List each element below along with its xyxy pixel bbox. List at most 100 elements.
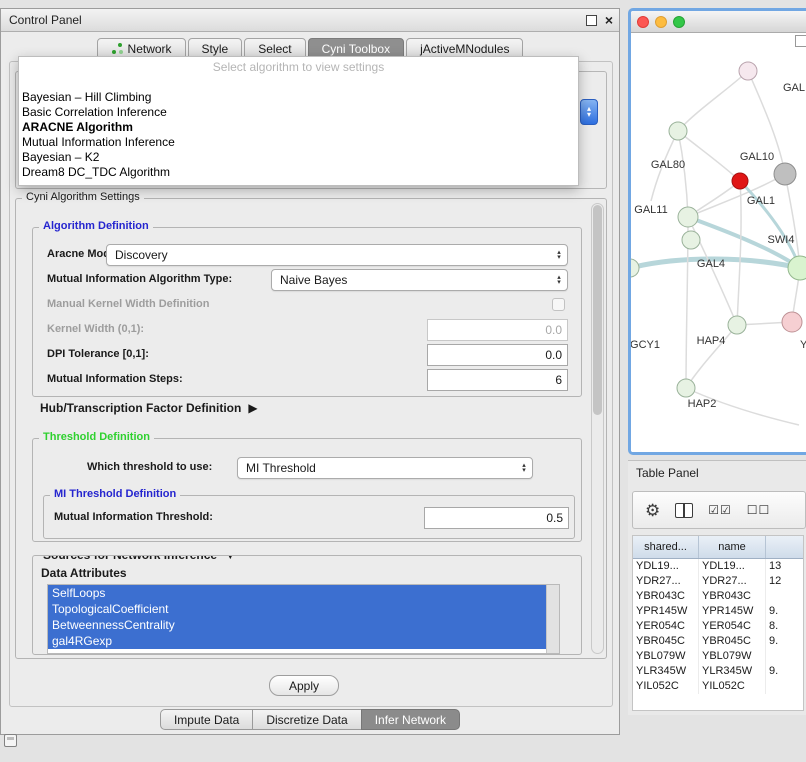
mi-steps-field[interactable]: 6 [427,369,568,391]
expand-triangle-icon[interactable]: ▶ [248,401,257,415]
which-threshold-label: Which threshold to use: [87,461,212,473]
deselect-all-checkboxes-icon[interactable]: ☐☐ [747,503,771,517]
table-cell: YBL079W [633,649,699,664]
tab-label: Network [128,42,172,56]
network-node-label: GAL [783,82,805,94]
table-cell: YER054C [633,619,699,634]
network-node[interactable] [774,163,796,185]
table-cell: 13 [766,559,804,574]
table-row[interactable]: YBL079WYBL079W [633,649,803,664]
manual-kernel-checkbox[interactable] [552,298,565,311]
control-panel-title: Control Panel [9,13,82,27]
algorithm-definition-group: Algorithm Definition Aracne Mode: Discov… [32,227,582,397]
network-node-label: HAP2 [688,398,717,410]
manual-kernel-label: Manual Kernel Width Definition [47,298,209,310]
control-panel-titlebar[interactable]: Control Panel × [1,9,619,32]
table-row[interactable]: YPR145WYPR145W9. [633,604,803,619]
zoom-traffic-light[interactable] [673,16,685,28]
kernel-width-label: Kernel Width (0,1): [47,323,144,335]
network-node-label: GAL10 [740,151,774,163]
bottom-tab-infer-network[interactable]: Infer Network [361,709,460,730]
table-body: YDL19...YDL19...13YDR27...YDR27...12YBR0… [633,559,803,694]
mi-threshold-definition-group: MI Threshold Definition Mutual Informati… [43,495,575,539]
table-row[interactable]: YIL052CYIL052C [633,679,803,694]
table-row[interactable]: YBR043CYBR043C [633,589,803,604]
table-cell: YDL19... [633,559,699,574]
network-node[interactable] [728,316,746,334]
algorithm-popup-list: Bayesian – Hill ClimbingBasic Correlatio… [19,90,578,180]
gear-icon[interactable]: ⚙ [645,502,660,519]
network-node[interactable] [631,259,639,277]
float-window-icon[interactable] [586,15,597,26]
mi-threshold-value: 0.5 [546,511,563,525]
table-row[interactable]: YLR345WYLR345W9. [633,664,803,679]
attribute-list-item[interactable]: TopologicalCoefficient [48,601,547,617]
network-node[interactable] [782,312,802,332]
network-node[interactable] [677,379,695,397]
table-row[interactable]: YER054CYER054C8. [633,619,803,634]
mi-type-select[interactable]: Naive Bayes ▴▾ [271,269,568,291]
which-threshold-select[interactable]: MI Threshold ▴▾ [237,457,533,479]
threshold-definition-group: Threshold Definition Which threshold to … [32,438,582,542]
column-header[interactable]: shared... [633,536,699,558]
algorithm-definition-title: Algorithm Definition [39,220,153,232]
kernel-width-field[interactable]: 0.0 [427,319,568,341]
close-panel-icon[interactable]: × [605,13,613,27]
birdseye-toggle[interactable] [795,35,806,47]
network-node[interactable] [669,122,687,140]
aracne-mode-select[interactable]: Discovery ▴▾ [106,244,568,266]
algorithm-option[interactable]: Dream8 DC_TDC Algorithm [19,165,578,180]
algorithm-option[interactable]: Bayesian – Hill Climbing [19,90,578,105]
attribute-list[interactable]: SelfLoopsTopologicalCoefficientBetweenne… [47,584,560,654]
network-node[interactable] [788,256,806,280]
settings-scrollbar[interactable] [591,203,604,654]
table-row[interactable]: YDL19...YDL19...13 [633,559,803,574]
apply-button[interactable]: Apply [269,675,339,696]
network-canvas[interactable]: GALGAL80GAL10GAL11GAL1SWI4GAL4GCY1HAP4YH… [631,33,806,453]
column-header[interactable]: name [699,536,766,558]
algorithm-selector-arrow-button[interactable]: ▴ ▾ [580,99,598,125]
attribute-list-item[interactable]: SelfLoops [48,585,547,601]
sources-group: Sources for Network Inference ▼ Data Att… [32,555,582,655]
attribute-list-item[interactable]: BetweennessCentrality [48,617,547,633]
table-cell: YIL052C [633,679,699,694]
attribute-list-scrollbar[interactable] [546,585,559,653]
algorithm-option[interactable]: Bayesian – K2 [19,150,578,165]
dpi-tolerance-field[interactable]: 0.0 [427,344,568,366]
network-window-titlebar[interactable] [631,11,806,33]
mi-threshold-definition-title: MI Threshold Definition [50,488,180,500]
cyni-algorithm-settings-group: Cyni Algorithm Settings Algorithm Defini… [15,198,607,659]
network-node[interactable] [732,173,748,189]
algorithm-popup-placeholder: Select algorithm to view settings [19,59,578,76]
hub-definition-section[interactable]: Hub/Transcription Factor Definition ▶ [40,401,258,415]
column-header[interactable] [766,536,804,558]
network-node[interactable] [739,62,757,80]
network-view-window: GALGAL80GAL10GAL11GAL1SWI4GAL4GCY1HAP4YH… [628,8,806,455]
tab-label: Style [202,42,229,56]
algorithm-option[interactable]: ARACNE Algorithm [19,120,578,135]
bottom-tab-impute-data[interactable]: Impute Data [160,709,253,730]
algorithm-option[interactable]: Mutual Information Inference [19,135,578,150]
table-row[interactable]: YDR27...YDR27...12 [633,574,803,589]
network-edge [678,131,740,181]
algorithm-option[interactable]: Basic Correlation Inference [19,105,578,120]
minimized-window-icon[interactable] [4,734,17,747]
select-all-checkboxes-icon[interactable]: ☑☑ [708,503,732,517]
network-edge [737,181,741,325]
threshold-definition-title: Threshold Definition [39,431,154,443]
columns-icon[interactable] [675,503,693,518]
bottom-tab-discretize-data[interactable]: Discretize Data [252,709,361,730]
table-cell: 8. [766,619,804,634]
minimize-traffic-light[interactable] [655,16,667,28]
network-node[interactable] [678,207,698,227]
settings-scrollbar-thumb[interactable] [593,205,602,415]
close-traffic-light[interactable] [637,16,649,28]
control-panel-window: Control Panel × NetworkStyleSelectCyni T… [0,8,620,735]
attribute-list-item[interactable]: gal4RGexp [48,633,547,649]
hub-definition-label: Hub/Transcription Factor Definition [40,401,241,415]
mi-threshold-field[interactable]: 0.5 [424,507,569,529]
network-node[interactable] [682,231,700,249]
kernel-width-value: 0.0 [545,323,562,337]
table-row[interactable]: YBR045CYBR045C9. [633,634,803,649]
collapse-triangle-icon[interactable]: ▼ [224,555,236,562]
